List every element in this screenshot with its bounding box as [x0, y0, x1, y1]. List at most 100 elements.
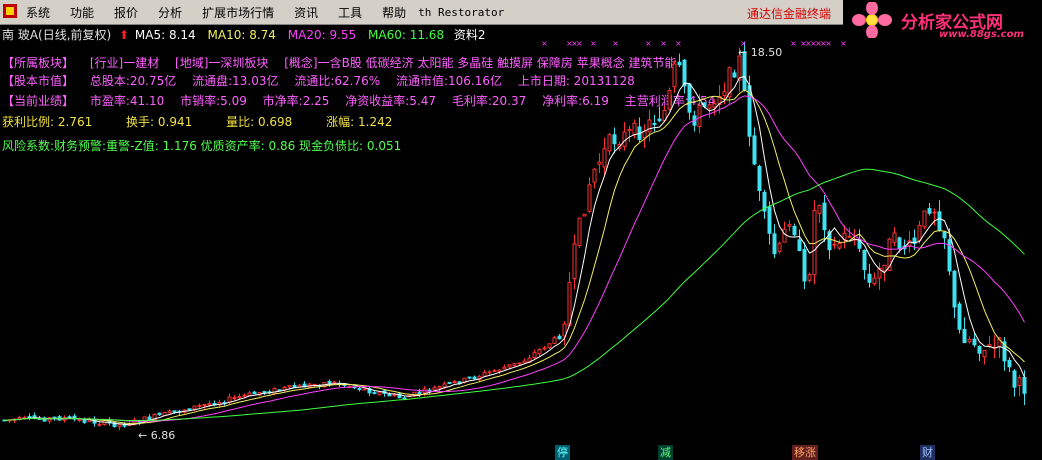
- candle: [672, 60, 677, 93]
- candle: [777, 241, 782, 254]
- candle: [532, 349, 537, 360]
- ma5-line: [4, 75, 1025, 426]
- candle: [362, 388, 367, 391]
- signal-marker: ×: [541, 39, 548, 48]
- candle: [502, 364, 507, 370]
- flag-suspend[interactable]: 停: [555, 445, 570, 460]
- candle: [547, 343, 552, 350]
- candle: [667, 87, 672, 112]
- candle: [792, 223, 797, 237]
- candle: [552, 335, 557, 345]
- signal-marker: ×: [790, 39, 797, 48]
- candle: [582, 213, 587, 217]
- flag-finance[interactable]: 财: [920, 445, 935, 460]
- signal-marker: ×: [576, 39, 583, 48]
- candle: [657, 106, 662, 123]
- candle: [752, 127, 757, 166]
- candle: [592, 168, 597, 189]
- candle: [607, 133, 612, 156]
- candle: [492, 369, 497, 373]
- candle: [117, 423, 122, 431]
- candle: [992, 335, 997, 359]
- candle: [732, 69, 737, 78]
- flag-limit-up[interactable]: 移涨: [792, 445, 818, 460]
- candle: [567, 271, 572, 327]
- candle: [187, 408, 192, 411]
- candle: [587, 177, 592, 213]
- candle: [597, 153, 602, 173]
- candle: [27, 413, 32, 421]
- candle: [572, 234, 577, 290]
- candle: [927, 203, 932, 216]
- candle: [1007, 357, 1012, 373]
- candle: [562, 321, 567, 346]
- candle: [982, 349, 987, 365]
- candle: [822, 195, 827, 242]
- candle: [252, 390, 257, 395]
- candle: [727, 66, 732, 105]
- candle: [107, 417, 112, 426]
- candle: [757, 164, 762, 201]
- candle: [147, 414, 152, 421]
- candle: [952, 269, 957, 319]
- candle: [602, 137, 607, 176]
- candle: [432, 385, 437, 391]
- candle: [962, 317, 967, 344]
- candle: [812, 200, 817, 285]
- candle: [447, 381, 452, 385]
- candle: [612, 127, 617, 154]
- candle: [772, 224, 777, 259]
- candle: [942, 231, 947, 249]
- candle: [292, 382, 297, 389]
- signal-marker: ×: [825, 39, 832, 48]
- signal-marker: ×: [675, 39, 682, 48]
- candle: [1002, 337, 1007, 371]
- candle: [12, 418, 17, 423]
- candle: [372, 391, 377, 395]
- candle: [937, 200, 942, 232]
- candle: [977, 345, 982, 362]
- candle: [802, 242, 807, 290]
- low-price-label: ← 6.86: [138, 429, 175, 442]
- candle: [622, 121, 627, 151]
- candle: [332, 380, 337, 384]
- flag-red[interactable]: [608, 445, 616, 460]
- candle: [877, 262, 882, 290]
- candle: [67, 415, 72, 419]
- candle: [867, 263, 872, 288]
- kline-chart[interactable]: × ××× × × × × × × × ×××××× ×← 18.50← 6.86: [0, 0, 1042, 460]
- candle: [967, 336, 972, 344]
- candle: [642, 124, 647, 148]
- high-price-label: ← 18.50: [738, 46, 782, 59]
- candle: [837, 239, 842, 251]
- signal-marker: ×: [660, 39, 667, 48]
- candle: [1012, 369, 1017, 397]
- candle: [957, 301, 962, 334]
- candle: [1017, 374, 1022, 397]
- candle: [687, 83, 692, 120]
- candle: [647, 109, 652, 142]
- candle: [157, 412, 162, 416]
- candle: [507, 364, 512, 369]
- candle: [382, 389, 387, 397]
- candle: [367, 385, 372, 397]
- candle: [267, 389, 272, 395]
- candle: [47, 417, 52, 424]
- candle: [872, 272, 877, 286]
- candle: [797, 229, 802, 252]
- signal-marker: ×: [612, 39, 619, 48]
- signal-marker: ×: [590, 39, 597, 48]
- signal-marker: ×: [840, 39, 847, 48]
- candle: [522, 358, 527, 364]
- candle: [652, 114, 657, 132]
- candle: [922, 210, 927, 230]
- flag-reduce[interactable]: 减: [658, 445, 673, 460]
- candle: [862, 249, 867, 280]
- candle: [892, 227, 897, 247]
- candle: [637, 117, 642, 143]
- candle: [762, 189, 767, 219]
- candle: [682, 59, 687, 94]
- candle: [452, 379, 457, 384]
- candle: [817, 204, 822, 223]
- candle: [537, 348, 542, 357]
